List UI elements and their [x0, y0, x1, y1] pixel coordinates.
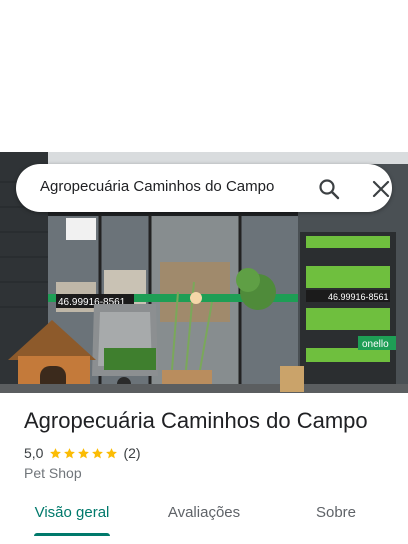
shelf-sign: onello	[362, 339, 389, 350]
tab-overview[interactable]: Visão geral	[24, 496, 120, 532]
active-tab-indicator	[34, 533, 110, 536]
place-tabs: Visão geral Avaliações Sobre	[0, 496, 408, 536]
tab-reviews[interactable]: Avaliações	[156, 496, 252, 532]
review-count[interactable]: (2)	[123, 445, 140, 461]
star-icon	[106, 447, 118, 458]
search-icon	[319, 179, 340, 200]
search-button[interactable]	[316, 176, 342, 202]
phone-sticker-right: 46.99916-8561	[328, 292, 389, 302]
star-icon	[64, 447, 76, 458]
tab-about[interactable]: Sobre	[296, 496, 376, 532]
star-icon	[50, 447, 62, 458]
rating-row[interactable]: 5,0 (2)	[24, 443, 141, 463]
star-icon	[78, 447, 90, 458]
rating-stars	[49, 447, 119, 460]
search-query[interactable]: Agropecuária Caminhos do Campo	[40, 178, 274, 195]
place-category[interactable]: Pet Shop	[24, 465, 82, 481]
rating-value: 5,0	[24, 445, 44, 461]
search-bar[interactable]: Agropecuária Caminhos do Campo	[16, 164, 392, 212]
place-title: Agropecuária Caminhos do Campo	[24, 408, 368, 433]
star-icon	[92, 447, 104, 458]
close-icon	[372, 180, 390, 198]
close-button[interactable]	[368, 176, 394, 202]
